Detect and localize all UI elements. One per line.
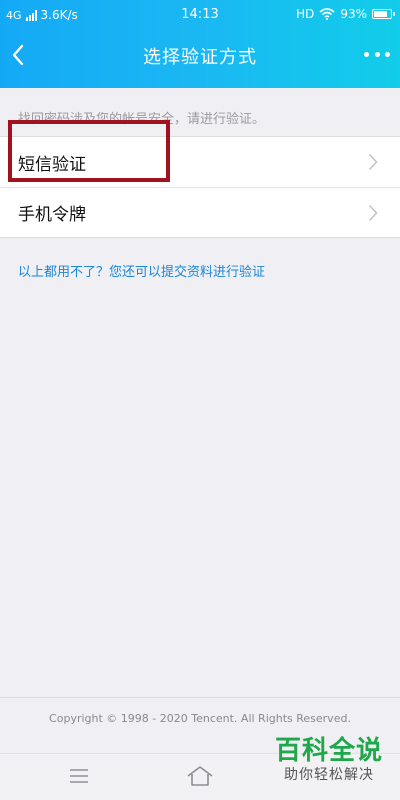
- footer-divider: [0, 697, 400, 698]
- watermark-subtitle: 助你轻松解决: [284, 767, 374, 783]
- nav-bar: 选择验证方式: [0, 30, 400, 80]
- menu-icon[interactable]: [68, 768, 90, 784]
- chevron-right-icon: [368, 153, 378, 171]
- home-icon[interactable]: [186, 765, 214, 787]
- watermark-logo: 百科全说 助你轻松解决: [270, 736, 388, 784]
- wifi-icon: [319, 8, 335, 20]
- watermark-title: 百科全说: [274, 736, 383, 766]
- battery-percent: 93%: [340, 7, 367, 21]
- status-right: HD 93%: [296, 7, 395, 21]
- status-bar: 4G 3.6K/s 14:13 HD 93%: [0, 0, 400, 30]
- copyright-text: Copyright © 1998 - 2020 Tencent. All Rig…: [49, 712, 351, 725]
- more-button[interactable]: [364, 44, 390, 64]
- chevron-right-icon: [368, 204, 378, 222]
- more-dots-icon: [364, 51, 369, 57]
- page-title: 选择验证方式: [143, 47, 257, 68]
- app-header: 4G 3.6K/s 14:13 HD 93% 选择验证方式: [0, 0, 400, 88]
- highlight-box: [8, 120, 170, 182]
- option-label: 手机令牌: [18, 205, 86, 225]
- battery-fill: [374, 11, 387, 17]
- option-phone-token[interactable]: 手机令牌: [0, 187, 400, 237]
- battery-icon: [372, 9, 395, 19]
- submit-materials-link[interactable]: 以上都用不了？您还可以提交资料进行验证: [18, 261, 265, 280]
- hd-badge: HD: [296, 7, 315, 21]
